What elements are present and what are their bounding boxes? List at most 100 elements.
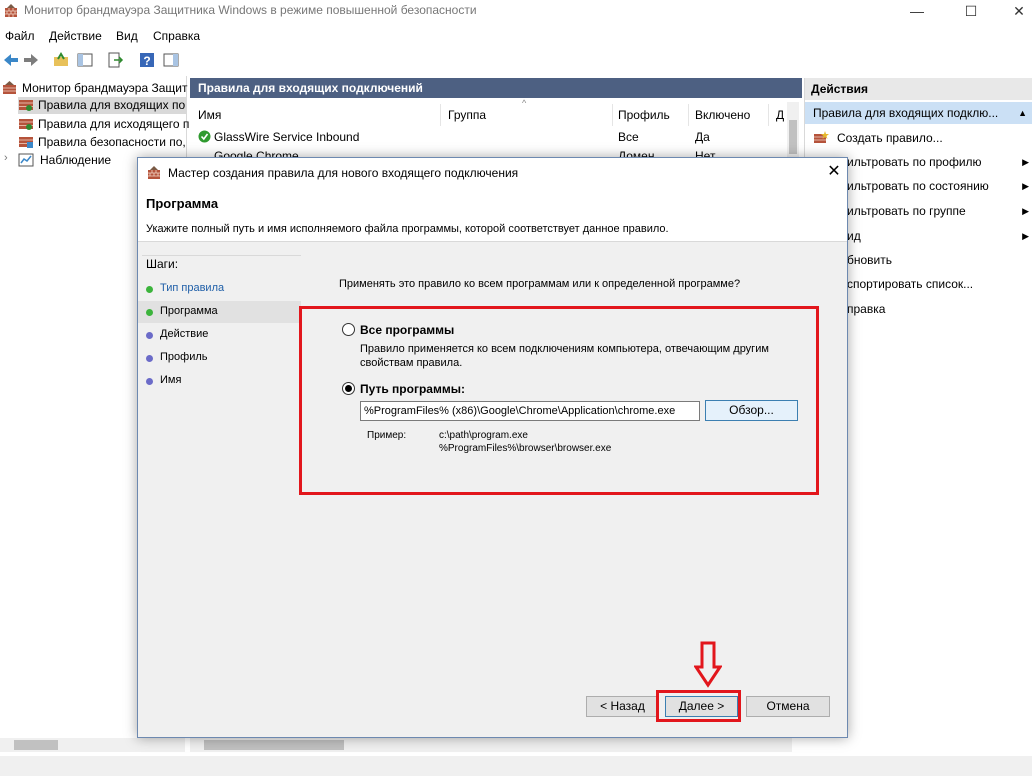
security-rules-icon bbox=[19, 137, 33, 148]
menu-help[interactable]: Справка bbox=[153, 29, 200, 43]
cell-profile: Все bbox=[618, 130, 639, 144]
column-header-enabled[interactable]: Включено bbox=[695, 108, 750, 122]
menu-action[interactable]: Действие bbox=[49, 29, 102, 43]
help-icon[interactable]: ? bbox=[138, 51, 156, 69]
table-row[interactable]: Google Chrome Домен Нет bbox=[190, 147, 788, 157]
column-headers: Имя Группа ^ Профиль Включено Д bbox=[190, 98, 802, 128]
export-list-icon[interactable] bbox=[106, 51, 124, 69]
dialog-title-bar: Мастер создания правила для нового входя… bbox=[138, 158, 847, 188]
inbound-rules-icon bbox=[19, 100, 33, 111]
firewall-icon bbox=[5, 4, 17, 17]
page-title: Программа bbox=[146, 196, 219, 211]
title-bar: Монитор брандмауэра Защитника Windows в … bbox=[0, 0, 1032, 24]
cell-name: Google Chrome bbox=[214, 149, 299, 157]
step-label: Тип правила bbox=[160, 282, 225, 294]
actions-section-label: Правила для входящих подклю... bbox=[813, 106, 999, 120]
steps-label: Шаги: bbox=[146, 257, 179, 271]
up-folder-icon[interactable] bbox=[52, 51, 70, 69]
step-profile: Профиль bbox=[138, 347, 301, 369]
cell-name: GlassWire Service Inbound bbox=[214, 130, 360, 144]
menu-view[interactable]: Вид bbox=[116, 29, 138, 43]
rules-pane-header: Правила для входящих подключений bbox=[190, 78, 802, 98]
cell-enabled: Да bbox=[695, 130, 710, 144]
menu-file[interactable]: Файл bbox=[5, 29, 35, 43]
column-divider[interactable] bbox=[440, 104, 441, 126]
step-label: Программа bbox=[160, 305, 218, 317]
step-current-dot-icon bbox=[146, 309, 153, 316]
sort-arrow-icon: ^ bbox=[522, 98, 527, 108]
window-title: Монитор брандмауэра Защитника Windows в … bbox=[24, 3, 477, 17]
tree-item-label: Правила для входящих по bbox=[38, 98, 186, 112]
actions-header: Действия bbox=[805, 78, 1032, 100]
firewall-icon bbox=[3, 81, 16, 94]
action-new-rule[interactable]: Создать правило... bbox=[805, 128, 1032, 148]
action-label: ильтровать по состоянию bbox=[847, 179, 989, 193]
submenu-arrow-icon: ▶ bbox=[1022, 181, 1029, 191]
down-arrow-icon bbox=[694, 641, 722, 688]
maximize-button[interactable]: ☐ bbox=[948, 0, 994, 24]
step-done-dot-icon bbox=[146, 286, 153, 293]
back-button[interactable]: < Назад bbox=[586, 696, 659, 717]
column-header-profile[interactable]: Профиль bbox=[618, 108, 670, 122]
show-action-pane-icon[interactable] bbox=[162, 51, 180, 69]
action-label: ильтровать по профилю bbox=[847, 155, 982, 169]
scrollbar-thumb[interactable] bbox=[789, 120, 797, 154]
column-header-name[interactable]: Имя bbox=[198, 108, 221, 122]
tree-item-label: Монитор брандмауэра Защит bbox=[22, 81, 188, 95]
highlight-box bbox=[299, 306, 819, 495]
step-program[interactable]: Программа bbox=[138, 301, 301, 323]
action-label: Создать правило... bbox=[837, 131, 943, 145]
column-divider[interactable] bbox=[688, 104, 689, 126]
minimize-button[interactable]: — bbox=[894, 0, 940, 24]
forward-arrow-icon[interactable] bbox=[22, 51, 40, 69]
status-bar bbox=[0, 756, 1032, 776]
step-rule-type[interactable]: Тип правила bbox=[138, 278, 301, 300]
scrollbar-thumb[interactable] bbox=[14, 740, 58, 750]
tree-horizontal-scrollbar[interactable] bbox=[0, 738, 185, 752]
monitoring-icon bbox=[18, 153, 34, 167]
step-name: Имя bbox=[138, 370, 301, 392]
collapse-arrow-icon[interactable]: ▲ bbox=[1018, 102, 1027, 124]
step-pending-dot-icon bbox=[146, 355, 153, 362]
show-hide-tree-icon[interactable] bbox=[76, 51, 94, 69]
program-question: Применять это правило ко всем программам… bbox=[339, 278, 741, 290]
toolbar: ? bbox=[0, 48, 1032, 72]
table-row[interactable]: GlassWire Service Inbound Все Да bbox=[190, 128, 788, 146]
dialog-title: Мастер создания правила для нового входя… bbox=[168, 166, 519, 180]
close-button[interactable]: ✕ bbox=[996, 0, 1032, 24]
cell-profile: Домен bbox=[618, 149, 655, 157]
scrollbar-thumb[interactable] bbox=[204, 740, 344, 750]
column-header-action[interactable]: Д bbox=[776, 108, 784, 122]
step-pending-dot-icon bbox=[146, 378, 153, 385]
submenu-arrow-icon: ▶ bbox=[1022, 231, 1029, 241]
column-header-group[interactable]: Группа bbox=[448, 108, 486, 122]
step-pending-dot-icon bbox=[146, 332, 153, 339]
step-label: Имя bbox=[160, 374, 182, 386]
new-rule-icon bbox=[814, 131, 829, 143]
step-action: Действие bbox=[138, 324, 301, 346]
tree-item-label: Правила безопасности по, bbox=[38, 135, 186, 149]
tree-item-label: Наблюдение bbox=[40, 153, 112, 167]
outbound-rules-icon bbox=[19, 119, 33, 130]
expand-chevron-icon[interactable]: › bbox=[4, 152, 8, 164]
page-description: Укажите полный путь и имя исполняемого ф… bbox=[146, 223, 669, 235]
vertical-scrollbar[interactable] bbox=[787, 102, 799, 158]
back-arrow-icon[interactable] bbox=[2, 51, 20, 69]
cancel-button[interactable]: Отмена bbox=[746, 696, 830, 717]
action-label: ильтровать по группе bbox=[847, 204, 966, 218]
dialog-header: Программа Укажите полный путь и имя испо… bbox=[138, 188, 847, 242]
tree-item-inbound-rules[interactable]: Правила для входящих по bbox=[18, 97, 187, 114]
column-divider[interactable] bbox=[768, 104, 769, 126]
column-divider[interactable] bbox=[612, 104, 613, 126]
action-label: правка bbox=[847, 302, 886, 316]
step-label: Профиль bbox=[160, 351, 208, 363]
dialog-close-button[interactable]: ✕ bbox=[824, 162, 844, 182]
action-label: спортировать список... bbox=[847, 277, 974, 291]
step-label: Действие bbox=[160, 328, 209, 340]
divider bbox=[142, 255, 301, 256]
actions-section-inbound[interactable]: Правила для входящих подклю... ▲ bbox=[805, 102, 1032, 124]
action-label: бновить bbox=[847, 253, 892, 267]
next-button-highlight bbox=[656, 690, 741, 722]
allow-check-icon bbox=[198, 130, 211, 143]
rules-horizontal-scrollbar[interactable] bbox=[190, 738, 792, 752]
